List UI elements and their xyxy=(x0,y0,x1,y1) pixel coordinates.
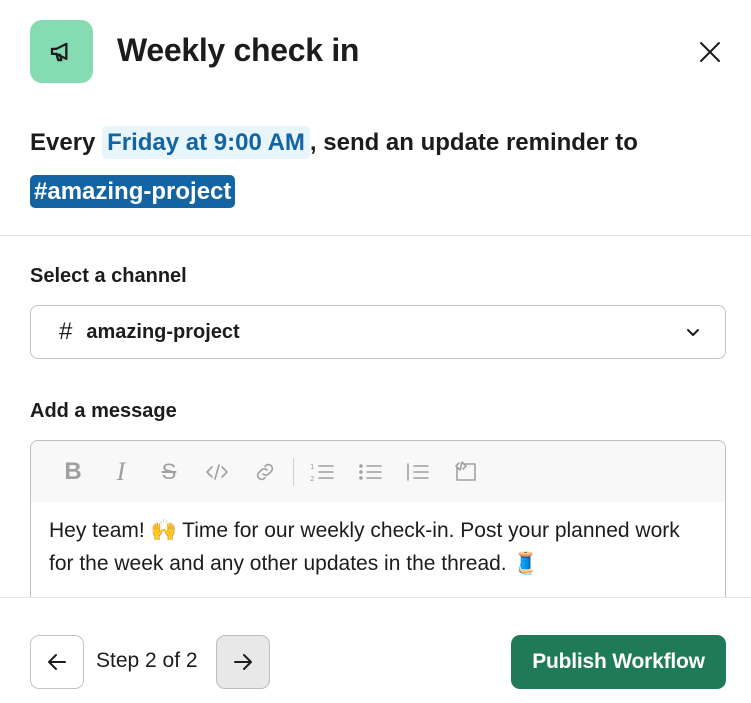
toolbar-separator xyxy=(293,457,294,486)
numbered-list-icon: 12 xyxy=(310,463,334,483)
svg-text:2: 2 xyxy=(310,475,314,483)
modal-header: Weekly check in xyxy=(30,20,730,84)
chevron-down-icon xyxy=(681,320,705,344)
step-indicator: Step 2 of 2 xyxy=(96,649,198,672)
arrow-right-icon xyxy=(234,654,252,670)
italic-button[interactable]: I xyxy=(97,452,145,492)
megaphone-icon xyxy=(30,20,93,83)
indent-button[interactable] xyxy=(394,452,442,492)
svg-text:1: 1 xyxy=(310,463,314,471)
schedule-middle: , send an update reminder to xyxy=(309,129,638,156)
message-text-part1: Hey team! xyxy=(49,519,151,542)
message-text[interactable]: Hey team! 🙌 Time for our weekly check-in… xyxy=(31,502,725,592)
close-icon xyxy=(700,42,720,62)
channel-pill[interactable]: #amazing-project xyxy=(30,175,236,208)
code-button[interactable] xyxy=(193,452,241,492)
previous-step-button[interactable] xyxy=(30,635,84,689)
italic-icon: I xyxy=(116,456,126,486)
modal-footer: Step 2 of 2 Publish Workflow xyxy=(0,598,751,703)
indent-icon xyxy=(407,462,429,481)
code-block-icon xyxy=(455,460,476,481)
strikethrough-button[interactable]: S xyxy=(145,452,193,492)
raising-hands-emoji: 🙌 xyxy=(150,519,177,542)
schedule-prefix: Every xyxy=(30,129,96,156)
message-editor[interactable]: B I S 12 Hey team! 🙌 Time for our weekly… xyxy=(30,440,726,620)
thread-emoji: 🧵 xyxy=(512,552,539,575)
message-field-label: Add a message xyxy=(30,400,177,422)
bold-button[interactable]: B xyxy=(49,452,97,492)
code-block-button[interactable] xyxy=(442,452,490,492)
publish-workflow-button[interactable]: Publish Workflow xyxy=(511,635,726,689)
section-divider xyxy=(0,235,751,236)
bulleted-list-icon xyxy=(359,463,382,480)
modal-title: Weekly check in xyxy=(117,32,360,68)
channel-select[interactable]: # amazing-project xyxy=(30,305,726,359)
bold-icon: B xyxy=(64,457,82,485)
formatting-toolbar: B I S 12 xyxy=(31,441,725,502)
schedule-summary: Every Friday at 9:00 AM, send an update … xyxy=(30,118,730,216)
code-icon xyxy=(206,463,228,480)
link-icon xyxy=(256,463,274,480)
schedule-time-pill[interactable]: Friday at 9:00 AM xyxy=(102,126,310,159)
close-button[interactable] xyxy=(690,32,730,72)
hash-icon: # xyxy=(59,318,73,345)
bulleted-list-button[interactable] xyxy=(346,452,394,492)
link-button[interactable] xyxy=(241,452,289,492)
strikethrough-icon: S xyxy=(161,458,177,484)
channel-field-label: Select a channel xyxy=(30,265,187,287)
channel-select-value: amazing-project xyxy=(86,320,240,343)
arrow-left-icon xyxy=(48,654,66,670)
next-step-button[interactable] xyxy=(216,635,270,689)
numbered-list-button[interactable]: 12 xyxy=(298,452,346,492)
